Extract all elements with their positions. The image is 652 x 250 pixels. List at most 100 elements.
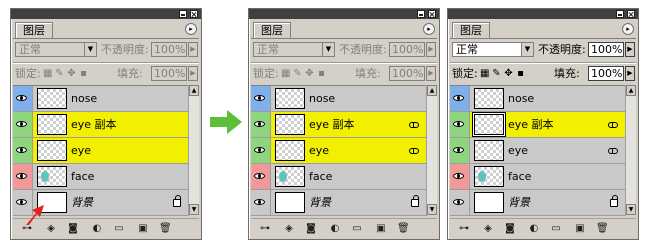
layer-row[interactable]: face — [450, 164, 626, 190]
blend-mode-select[interactable]: 正常 ▼ — [452, 42, 534, 57]
close-icon[interactable] — [428, 10, 436, 18]
scroll-down-icon[interactable]: ▼ — [626, 204, 636, 215]
minimize-icon[interactable] — [616, 10, 624, 18]
adjustment-layer-icon[interactable]: ◐ — [329, 223, 341, 234]
visibility-toggle[interactable] — [251, 86, 271, 111]
layer-row[interactable]: eye 副本 — [450, 112, 626, 138]
vertical-scrollbar[interactable]: ▲ ▼ — [188, 85, 199, 215]
opacity-label: 不透明度: — [339, 43, 387, 56]
fill-slider-arrow-icon[interactable]: ▶ — [426, 66, 436, 81]
visibility-toggle[interactable] — [251, 164, 271, 189]
new-layer-icon[interactable]: ▣ — [375, 223, 387, 234]
layer-row[interactable]: eye — [13, 138, 189, 164]
vertical-scrollbar[interactable]: ▲ ▼ — [625, 85, 636, 215]
scroll-up-icon[interactable]: ▲ — [626, 85, 636, 96]
lock-transparency-icon[interactable]: ▦ — [281, 67, 290, 80]
layer-row[interactable]: eye — [450, 138, 626, 164]
fill-input[interactable]: 100% — [588, 66, 624, 81]
lock-pixels-icon[interactable]: ✎ — [55, 67, 64, 80]
opacity-slider-arrow-icon[interactable]: ▶ — [426, 42, 436, 57]
panel-menu-icon[interactable]: ▸ — [622, 23, 634, 35]
layer-name: eye 副本 — [309, 118, 355, 131]
tab-layers[interactable]: 图层 — [15, 22, 53, 39]
add-mask-icon[interactable]: ◙ — [67, 223, 79, 234]
tab-layers[interactable]: 图层 — [253, 22, 291, 39]
lock-position-icon[interactable]: ✥ — [67, 67, 76, 80]
lock-position-icon[interactable]: ✥ — [305, 67, 314, 80]
delete-layer-icon[interactable]: 🗑 — [397, 223, 410, 234]
fill-slider-arrow-icon[interactable]: ▶ — [188, 66, 198, 81]
group-icon[interactable]: ▭ — [351, 223, 363, 234]
visibility-toggle[interactable] — [251, 190, 271, 215]
opacity-slider-arrow-icon[interactable]: ▶ — [625, 42, 635, 57]
delete-layer-icon[interactable]: 🗑 — [159, 223, 172, 234]
layer-row[interactable]: nose — [251, 86, 427, 112]
visibility-toggle[interactable] — [450, 138, 470, 163]
delete-layer-icon[interactable]: 🗑 — [596, 223, 609, 234]
visibility-toggle[interactable] — [13, 112, 33, 137]
lock-transparency-icon[interactable]: ▦ — [480, 67, 489, 80]
layer-row[interactable]: 背景 — [251, 190, 427, 216]
visibility-toggle[interactable] — [450, 164, 470, 189]
layer-row[interactable]: 背景 — [450, 190, 626, 216]
layer-name: nose — [309, 92, 336, 105]
vertical-scrollbar[interactable]: ▲ ▼ — [426, 85, 437, 215]
layer-style-icon[interactable]: ◈ — [482, 223, 494, 234]
group-icon[interactable]: ▭ — [550, 223, 562, 234]
visibility-toggle[interactable] — [251, 112, 271, 137]
eye-icon — [254, 199, 265, 205]
visibility-toggle[interactable] — [251, 138, 271, 163]
new-layer-icon[interactable]: ▣ — [137, 223, 149, 234]
layer-row[interactable]: eye 副本 — [13, 112, 189, 138]
panel-menu-icon[interactable]: ▸ — [423, 23, 435, 35]
adjustment-layer-icon[interactable]: ◐ — [91, 223, 103, 234]
scroll-down-icon[interactable]: ▼ — [427, 204, 437, 215]
link-layers-icon[interactable]: ⊶ — [259, 223, 271, 234]
layer-row[interactable]: eye 副本 — [251, 112, 427, 138]
lock-transparency-icon[interactable]: ▦ — [43, 67, 52, 80]
new-layer-icon[interactable]: ▣ — [574, 223, 586, 234]
link-layers-icon[interactable]: ⊶ — [458, 223, 470, 234]
minimize-icon[interactable] — [417, 10, 425, 18]
lock-all-icon[interactable]: ▪ — [79, 67, 88, 80]
visibility-toggle[interactable] — [13, 164, 33, 189]
blend-mode-select[interactable]: 正常 ▼ — [253, 42, 335, 57]
layer-row[interactable]: face — [251, 164, 427, 190]
scroll-down-icon[interactable]: ▼ — [189, 204, 199, 215]
visibility-toggle[interactable] — [13, 86, 33, 111]
lock-pixels-icon[interactable]: ✎ — [293, 67, 302, 80]
opacity-input[interactable]: 100% — [151, 42, 187, 57]
visibility-toggle[interactable] — [13, 138, 33, 163]
add-mask-icon[interactable]: ◙ — [305, 223, 317, 234]
group-icon[interactable]: ▭ — [113, 223, 125, 234]
layer-row[interactable]: nose — [13, 86, 189, 112]
lock-all-icon[interactable]: ▪ — [516, 67, 525, 80]
layer-row[interactable]: nose — [450, 86, 626, 112]
layer-row[interactable]: face — [13, 164, 189, 190]
visibility-toggle[interactable] — [450, 86, 470, 111]
close-icon[interactable] — [190, 10, 198, 18]
fill-input[interactable]: 100% — [389, 66, 425, 81]
visibility-toggle[interactable] — [450, 190, 470, 215]
scroll-up-icon[interactable]: ▲ — [189, 85, 199, 96]
blend-mode-select[interactable]: 正常 ▼ — [15, 42, 97, 57]
close-icon[interactable] — [627, 10, 635, 18]
layer-style-icon[interactable]: ◈ — [283, 223, 295, 234]
opacity-input[interactable]: 100% — [588, 42, 624, 57]
lock-all-icon[interactable]: ▪ — [317, 67, 326, 80]
fill-slider-arrow-icon[interactable]: ▶ — [625, 66, 635, 81]
tab-layers[interactable]: 图层 — [452, 22, 490, 39]
fill-input[interactable]: 100% — [151, 66, 187, 81]
adjustment-layer-icon[interactable]: ◐ — [528, 223, 540, 234]
right-arrow-icon — [210, 110, 242, 134]
panel-menu-icon[interactable]: ▸ — [185, 23, 197, 35]
lock-pixels-icon[interactable]: ✎ — [492, 67, 501, 80]
opacity-input[interactable]: 100% — [389, 42, 425, 57]
add-mask-icon[interactable]: ◙ — [504, 223, 516, 234]
minimize-icon[interactable] — [179, 10, 187, 18]
opacity-slider-arrow-icon[interactable]: ▶ — [188, 42, 198, 57]
layer-row[interactable]: eye — [251, 138, 427, 164]
scroll-up-icon[interactable]: ▲ — [427, 85, 437, 96]
visibility-toggle[interactable] — [450, 112, 470, 137]
lock-position-icon[interactable]: ✥ — [504, 67, 513, 80]
